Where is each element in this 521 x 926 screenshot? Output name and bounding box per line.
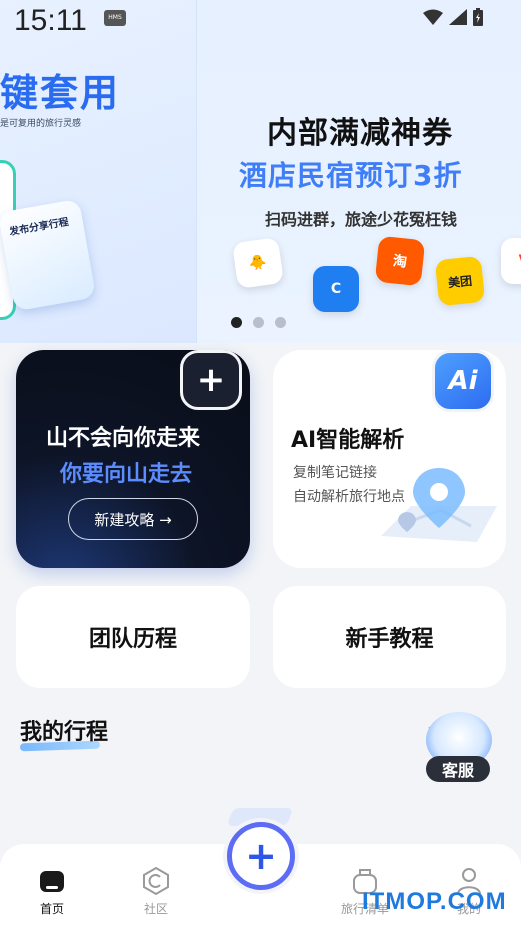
site-watermark: ITMOP.COM: [362, 888, 507, 915]
wifi-icon: [423, 9, 443, 25]
banner-title: 内部满减神券: [267, 116, 453, 151]
beginner-tutorial-card[interactable]: 新手教程: [273, 586, 506, 688]
map-pin-icon: [381, 468, 497, 542]
pagination-dot[interactable]: [253, 317, 264, 328]
new-guide-button[interactable]: 新建攻略 →: [68, 498, 198, 540]
community-icon: [143, 866, 169, 896]
banner-slide-current[interactable]: 内部满减神券 酒店民宿预订3折 扫码进群，旅途少花冤枉钱 🐥 C 淘 美团 V: [197, 0, 521, 343]
fab-container: +: [223, 818, 299, 894]
add-icon[interactable]: +: [180, 350, 242, 410]
nav-community-label: 社区: [143, 902, 168, 916]
customer-service-button[interactable]: 客服: [424, 712, 494, 782]
share-card-illustration: 发布分享行程: [0, 198, 97, 312]
create-card-line2: 你要向山走去: [60, 462, 193, 487]
team-history-card[interactable]: 团队历程: [16, 586, 250, 688]
banner-tagline: 扫码进群，旅途少花冤枉钱: [265, 210, 458, 229]
beginner-tutorial-label: 新手教程: [345, 627, 434, 652]
share-card-label: 发布分享行程: [8, 216, 70, 239]
status-time: 15:11: [14, 4, 87, 37]
status-bar: 15:11 HMS: [0, 0, 521, 44]
customer-service-label: 客服: [426, 756, 490, 782]
banner-slide-previous[interactable]: 键套用 是可复用的旅行灵感 发布分享行程: [0, 0, 197, 343]
banner-left-subline: 是可复用的旅行灵感: [0, 119, 82, 129]
hms-icon: HMS: [104, 10, 126, 26]
ctrip-app-icon: C: [313, 266, 359, 312]
nav-community[interactable]: 社区: [121, 866, 191, 917]
my-trips-heading: 我的行程: [19, 714, 108, 752]
promo-banner[interactable]: 键套用 是可复用的旅行灵感 发布分享行程 内部满减神券 酒店民宿预订3折 扫码进…: [0, 0, 521, 343]
status-icons: [423, 8, 483, 26]
partial-app-icon: V: [501, 238, 521, 284]
nav-home-label: 首页: [39, 902, 64, 916]
pagination-dot-active[interactable]: [231, 317, 242, 328]
ai-parse-card[interactable]: Ai AI智能解析 复制笔记链接 自动解析旅行地点: [273, 350, 506, 568]
create-card-line1: 山不会向你走来: [46, 426, 201, 451]
ai-logo-icon: Ai: [432, 350, 494, 412]
meituan-app-icon: 美团: [434, 255, 486, 307]
banner-pagination: [231, 317, 286, 328]
signal-icon: [449, 9, 467, 25]
team-history-label: 团队历程: [88, 627, 177, 652]
taobao-app-icon: 淘: [374, 235, 426, 287]
pagination-dot[interactable]: [275, 317, 286, 328]
ai-card-desc1: 复制笔记链接: [293, 465, 377, 481]
ai-card-title: AI智能解析: [291, 428, 405, 453]
banner-left-headline: 键套用: [0, 71, 121, 115]
nav-home[interactable]: 首页: [17, 866, 87, 917]
battery-icon: [473, 8, 483, 26]
home-icon: [40, 871, 64, 892]
banner-subtitle: 酒店民宿预订3折: [239, 159, 463, 192]
fliggy-app-icon: 🐥: [232, 237, 284, 289]
create-guide-card[interactable]: + 山不会向你走来 你要向山走去 新建攻略 →: [16, 350, 250, 568]
add-trip-button[interactable]: +: [227, 822, 295, 890]
